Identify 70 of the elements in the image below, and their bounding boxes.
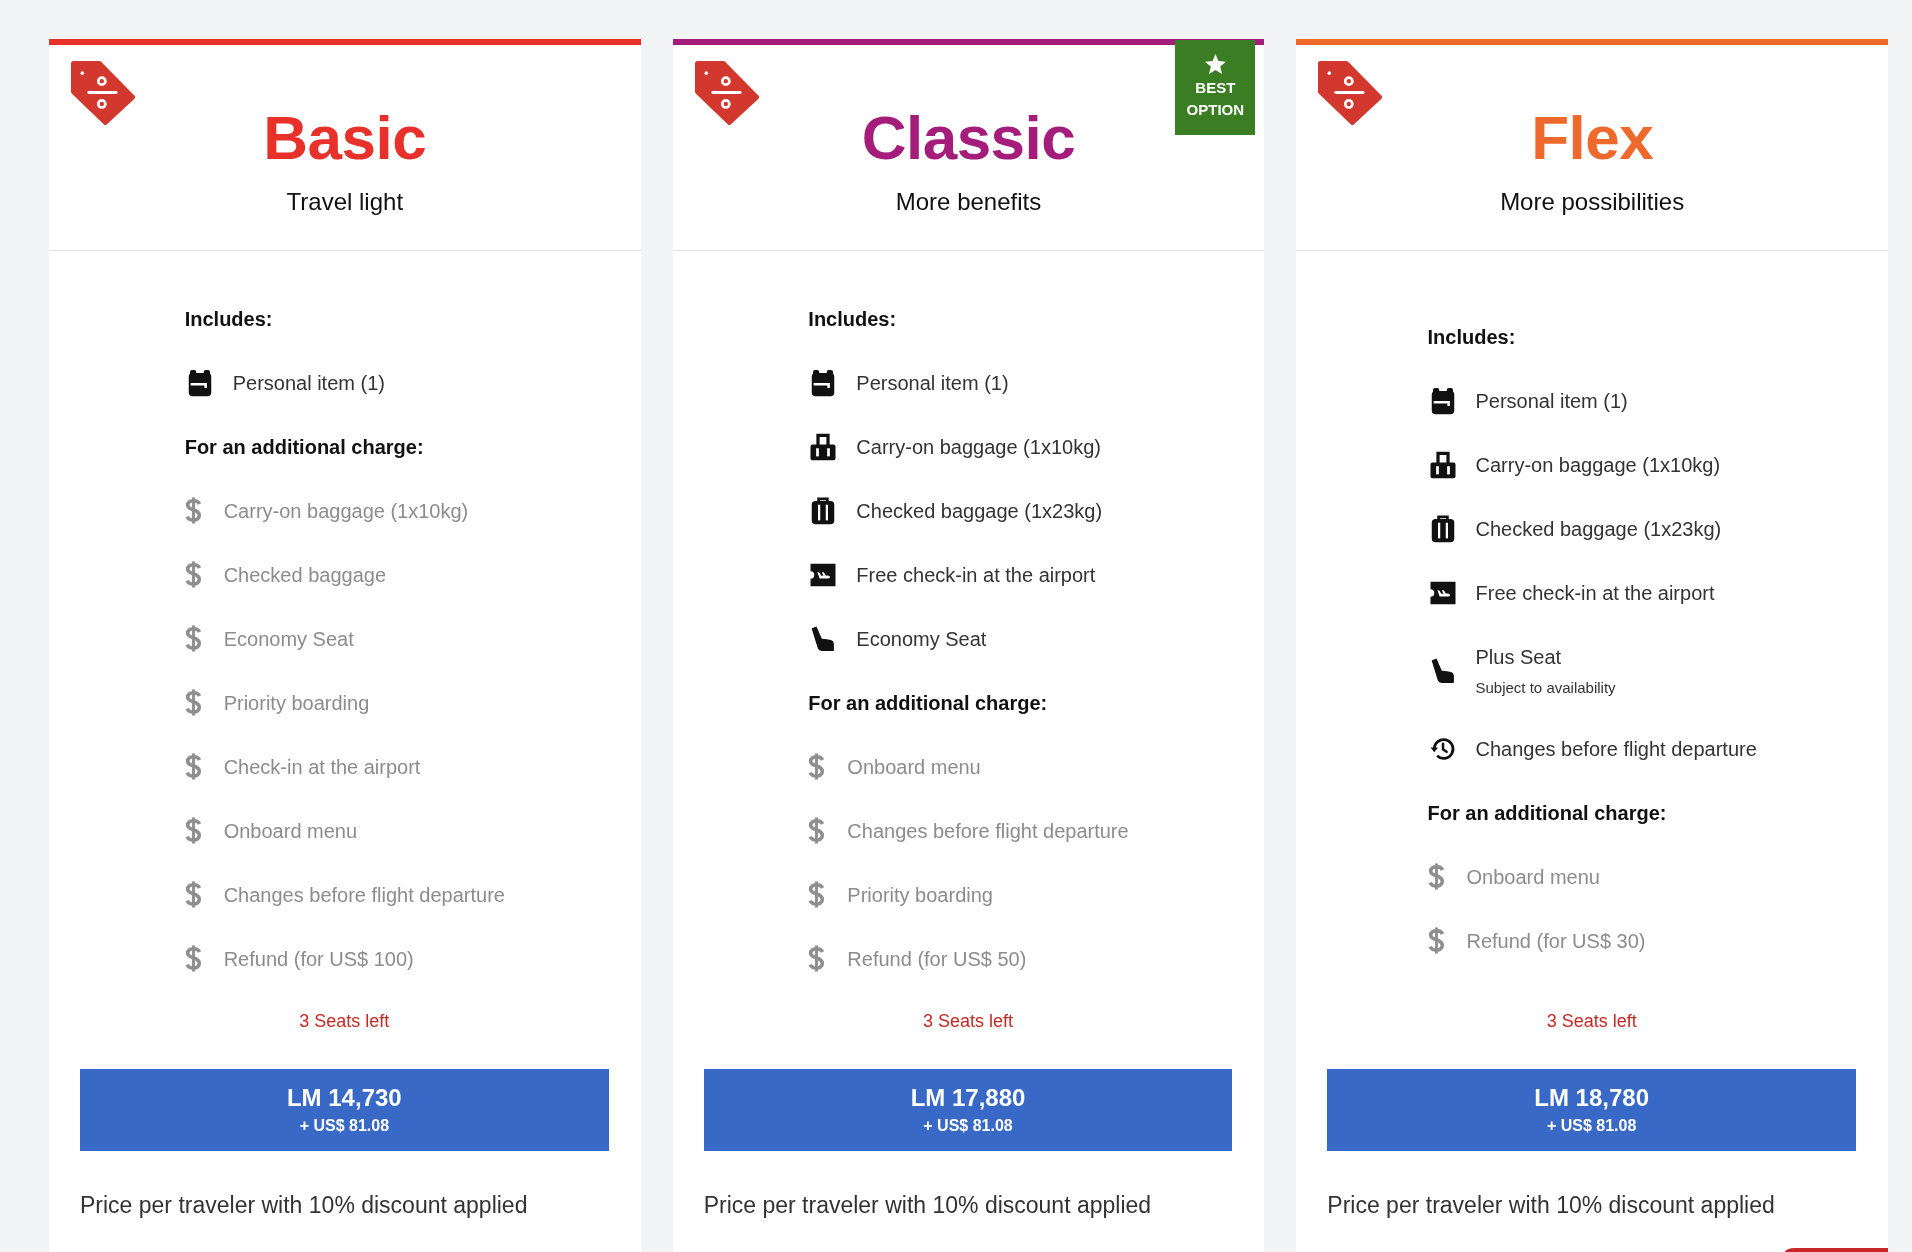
dollar-icon <box>1427 926 1445 955</box>
feature-label: Refund (for US$ 100) <box>223 946 414 972</box>
feature-label: Changes before flight departure <box>1475 736 1757 762</box>
price-button[interactable]: LM 14,730 + US$ 81.08 <box>80 1069 609 1151</box>
feature-label: Checked baggage (1x23kg) <box>856 498 1103 524</box>
dollar-icon <box>184 752 202 781</box>
floating-button[interactable] <box>1785 1248 1888 1252</box>
dollar-icon <box>184 624 202 653</box>
dollar-icon <box>1427 862 1445 891</box>
price-button[interactable]: LM 17,880 + US$ 81.08 <box>703 1069 1233 1151</box>
feature-label: Carry-on baggage (1x10kg) <box>223 498 469 524</box>
feature-label: Economy Seat <box>223 626 354 652</box>
feature-label: Economy Seat <box>856 626 987 652</box>
feature-label: Free check-in at the airport <box>1475 580 1715 606</box>
seats-left-text: 3 Seats left <box>922 1010 1013 1033</box>
price-footnote: Price per traveler with 10% discount applied <box>703 1191 1153 1220</box>
availability-note: Subject to availability <box>1475 677 1616 698</box>
feature-label: Changes before flight departure <box>223 882 505 908</box>
section-heading: Includes: <box>808 306 897 332</box>
section-heading: For an additional charge: <box>808 690 1048 716</box>
feature-label: Refund (for US$ 30) <box>1466 928 1646 954</box>
section-heading: Includes: <box>1427 324 1516 350</box>
star-icon <box>1204 54 1226 74</box>
price-tag-icon <box>694 61 759 125</box>
dollar-icon <box>184 944 202 973</box>
feature-label: Personal item (1) <box>1475 388 1628 414</box>
dollar-icon <box>808 880 826 909</box>
fare-name: Flex <box>1531 104 1654 172</box>
feature-label: Checked baggage <box>223 562 387 588</box>
feature-label: Changes before flight departure <box>847 818 1129 844</box>
seats-left-text: 3 Seats left <box>299 1010 390 1033</box>
price-button[interactable]: LM 18,780 + US$ 81.08 <box>1327 1069 1856 1151</box>
feature-label: Free check-in at the airport <box>856 562 1096 588</box>
feature-label: Refund (for US$ 50) <box>847 946 1027 972</box>
fare-tagline: Travel light <box>286 187 404 217</box>
feature-label: Carry-on baggage (1x10kg) <box>856 434 1101 460</box>
fare-tagline: More possibilities <box>1500 187 1685 217</box>
feature-label: Plus Seat <box>1475 644 1563 670</box>
feature-label: Personal item (1) <box>856 370 1009 396</box>
fare-name: Classic <box>861 104 1076 172</box>
trolley-bag-icon <box>808 431 839 462</box>
dollar-icon <box>184 880 202 909</box>
badge-text: BEST OPTION <box>1185 78 1246 120</box>
price-footnote: Price per traveler with 10% discount applied <box>80 1191 529 1220</box>
fare-tagline: More benefits <box>895 187 1042 217</box>
feature-label: Onboard menu <box>847 754 981 780</box>
feature-label: Priority boarding <box>223 690 370 716</box>
dollar-icon <box>184 688 202 717</box>
feature-label: Carry-on baggage (1x10kg) <box>1475 452 1721 478</box>
feature-label: Personal item (1) <box>232 370 385 396</box>
dollar-icon <box>184 560 202 589</box>
price-tag-icon <box>71 61 135 125</box>
price-footnote: Price per traveler with 10% discount applied <box>1327 1191 1776 1220</box>
fare-name: Basic <box>263 104 427 172</box>
section-heading: For an additional charge: <box>1427 800 1667 826</box>
trolley-bag-icon <box>1427 449 1458 480</box>
dollar-icon <box>184 816 202 845</box>
section-heading: For an additional charge: <box>184 434 424 460</box>
feature-label: Check-in at the airport <box>223 754 421 780</box>
seats-left-text: 3 Seats left <box>1546 1010 1637 1033</box>
price-tag-icon <box>1318 61 1383 125</box>
dollar-icon <box>184 496 202 525</box>
dollar-icon <box>808 752 826 781</box>
feature-label: Onboard menu <box>1466 864 1600 890</box>
feature-label: Onboard menu <box>223 818 358 844</box>
dollar-icon <box>808 944 826 973</box>
feature-label: Priority boarding <box>847 882 993 908</box>
feature-label: Checked baggage (1x23kg) <box>1475 516 1722 542</box>
section-heading: Includes: <box>184 306 273 332</box>
dollar-icon <box>808 816 826 845</box>
